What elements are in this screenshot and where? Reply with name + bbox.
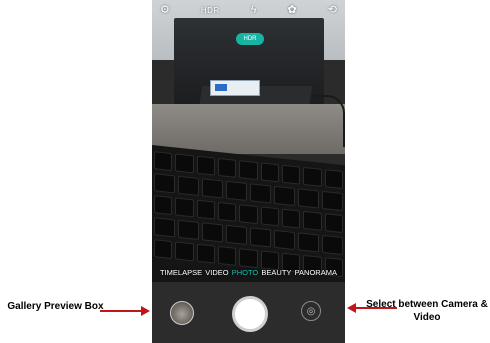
key [202,178,223,199]
shutter-button[interactable] [232,296,268,332]
switch-callout-label: Select between Camera & Video [366,299,488,323]
camera-video-toggle[interactable]: ◎ [301,301,321,321]
mode-timelapse[interactable]: TIMELAPSE [160,268,202,277]
hdr-badge: HDR [236,33,264,45]
key [239,204,258,225]
key [196,199,215,220]
key [260,206,279,227]
key [202,222,223,243]
filter-icon[interactable]: ✿ [288,0,297,20]
key [274,185,295,207]
gear-icon[interactable]: ⚙ [160,0,170,20]
key [322,234,343,256]
key [175,241,194,262]
key [154,217,175,238]
key [260,162,279,183]
key [196,243,215,264]
camera-app: ⚙ HDR ϟ ✿ ⟲ HDR TIMELAPSE VIDEO PHOTO BE… [152,0,345,343]
key [178,219,199,240]
camera-top-bar: ⚙ HDR ϟ ✿ ⟲ [152,0,345,20]
key [250,183,271,204]
key [226,224,247,245]
hdr-toggle[interactable]: HDR [201,6,220,15]
key [281,208,301,229]
key [178,175,199,196]
mode-selector: TIMELAPSE VIDEO PHOTO BEAUTY PANORAMA [152,262,345,282]
mode-video[interactable]: VIDEO [205,268,228,277]
camera-icon: ◎ [306,306,316,317]
key [324,213,343,234]
mode-photo[interactable]: PHOTO [232,268,259,277]
gallery-callout-label: Gallery Preview Box [7,301,104,312]
key [298,232,319,253]
key [154,151,173,172]
key [324,169,343,190]
key [250,227,271,248]
key [217,157,237,178]
key [239,160,258,181]
key [303,210,322,231]
key [175,197,194,218]
camera-switch-icon[interactable]: ⟲ [328,0,337,20]
key [322,190,343,212]
key [217,201,237,222]
gallery-callout-arrowhead [141,306,150,316]
mode-panorama[interactable]: PANORAMA [295,268,337,277]
key [281,164,301,185]
key [154,173,175,194]
camera-control-bar: ◎ [152,282,345,343]
key [274,229,295,251]
mode-beauty[interactable]: BEAUTY [261,268,291,277]
key [226,180,247,201]
switch-callout-arrow [355,307,397,309]
key [298,188,319,209]
flash-icon[interactable]: ϟ [251,0,257,20]
key [175,153,194,174]
viewfinder-cable [313,95,345,147]
key [196,155,215,176]
key [154,239,173,260]
gallery-callout-arrow [100,310,142,312]
key [303,166,322,187]
gallery-thumbnail[interactable] [170,301,194,325]
viewfinder-sticker [210,80,260,96]
key [154,195,173,216]
